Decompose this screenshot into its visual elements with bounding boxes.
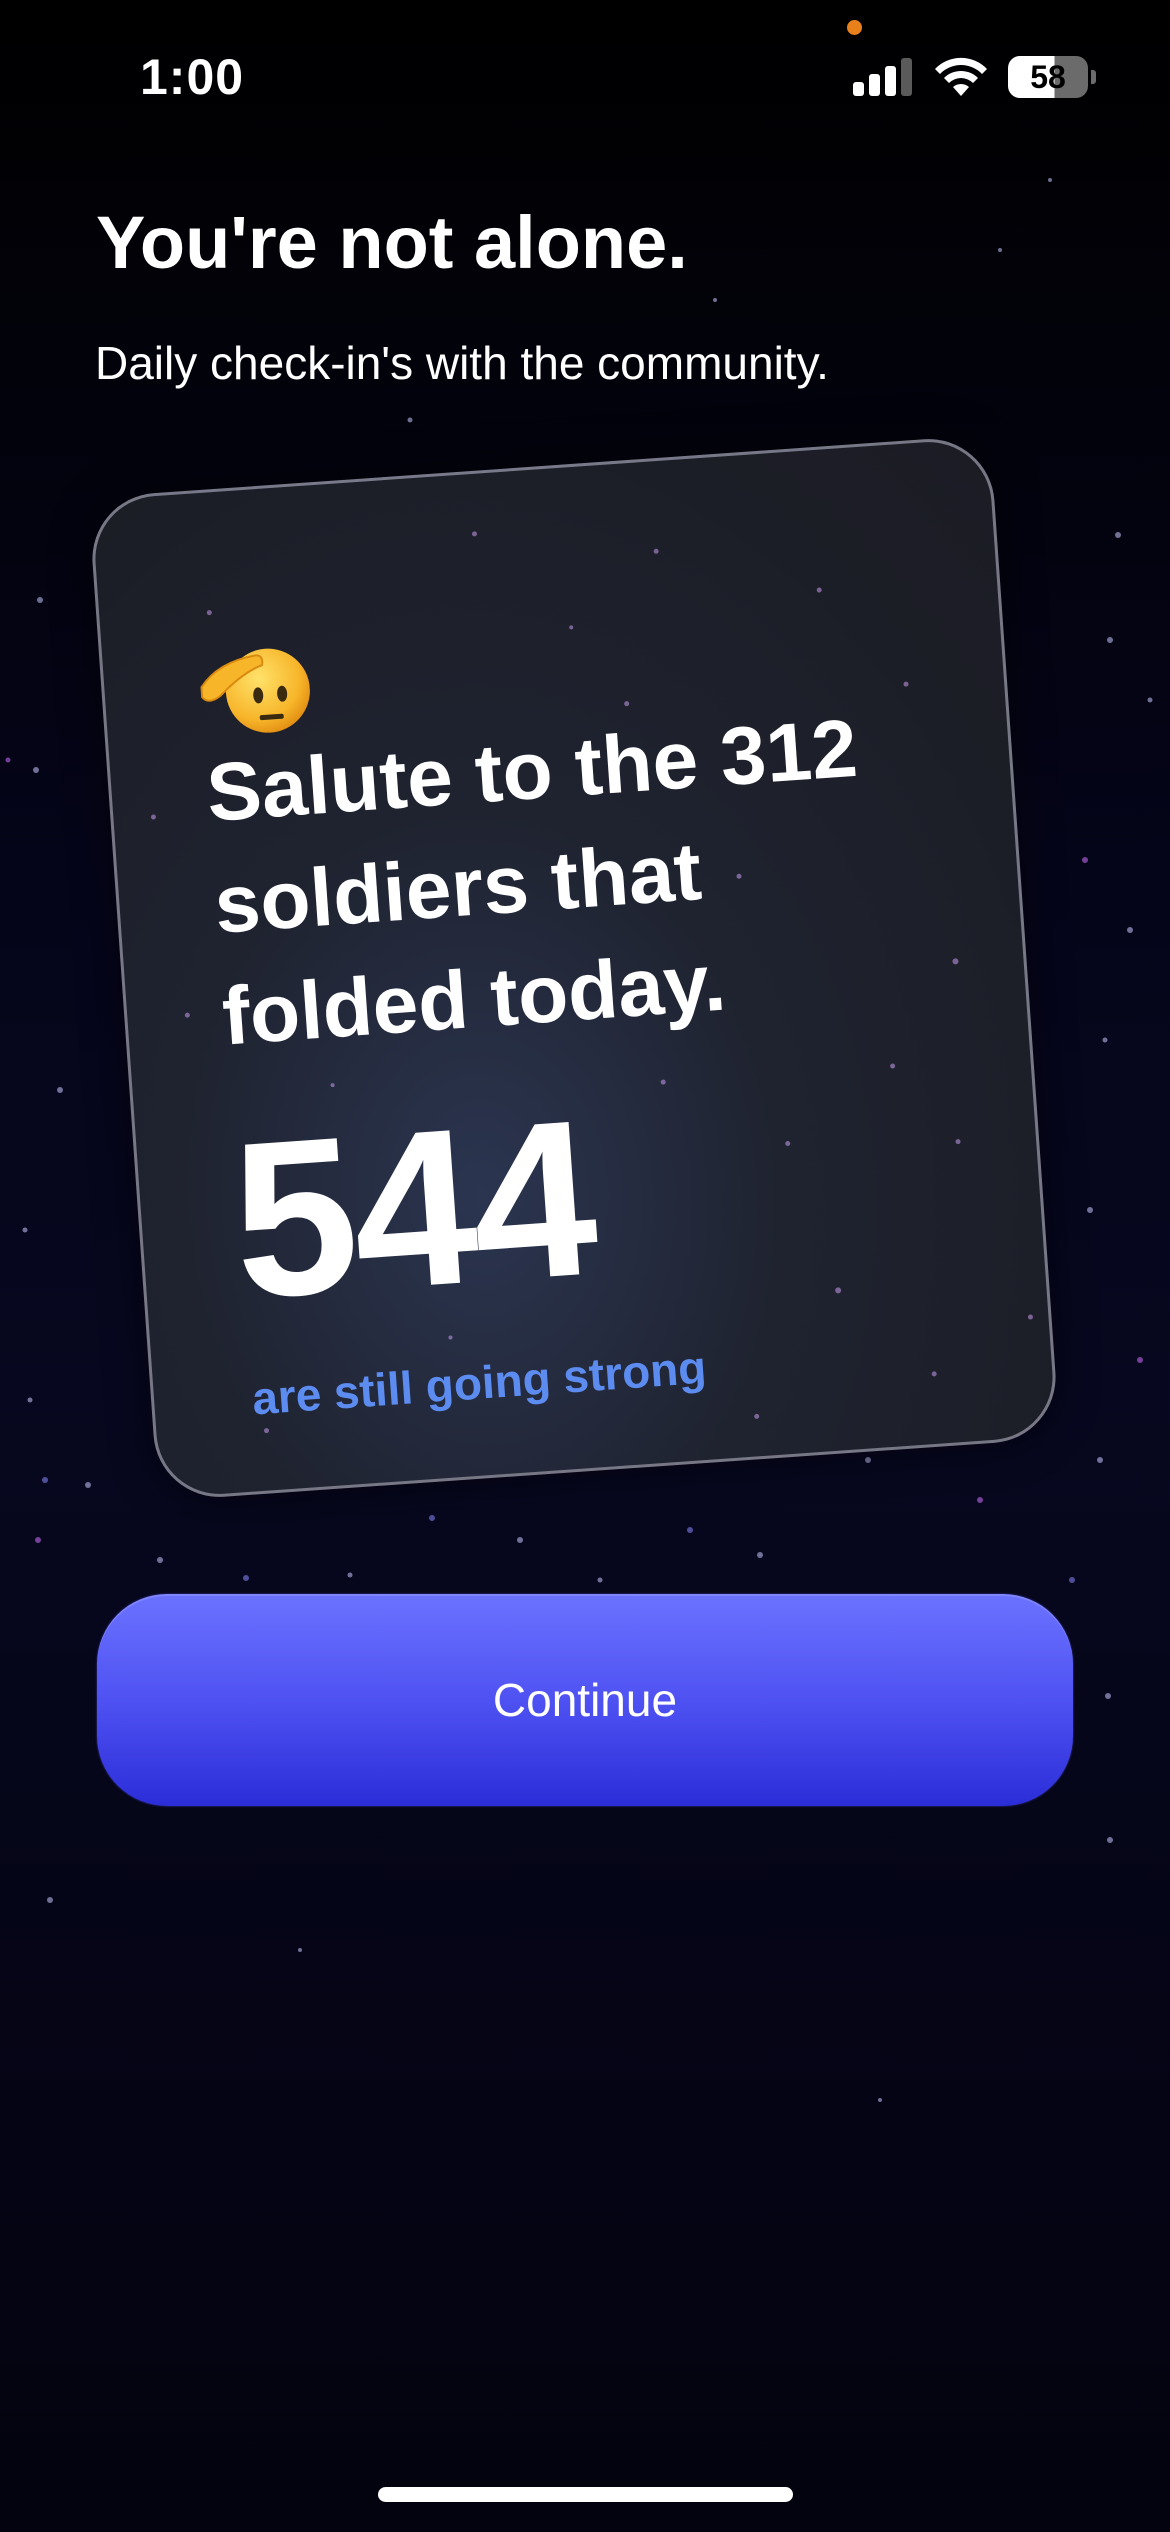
battery-level: 58	[1030, 59, 1066, 95]
continue-button-label: Continue	[492, 1674, 678, 1726]
card-message: Salute to the 312 soldiers that folded t…	[203, 702, 861, 1063]
battery-cap	[1091, 70, 1096, 84]
page-title: You're not alone.	[96, 201, 688, 284]
signal-icon	[853, 58, 912, 96]
status-time: 1:00	[140, 49, 245, 105]
page-subtitle: Daily check-in's with the community.	[95, 337, 829, 389]
home-indicator[interactable]	[378, 2487, 793, 2502]
privacy-indicator-dot	[847, 20, 862, 35]
saluting-face-icon	[200, 648, 310, 733]
battery-icon: 58	[1008, 56, 1088, 98]
continue-button[interactable]: Continue	[97, 1594, 1073, 1806]
community-stat-card: Salute to the 312 soldiers that folded t…	[88, 434, 1060, 1502]
active-count: 544	[225, 1073, 601, 1347]
wifi-icon	[935, 57, 987, 96]
check-in-screen: 1:00 58 You're not alone. Daily check-in…	[0, 0, 1170, 2532]
